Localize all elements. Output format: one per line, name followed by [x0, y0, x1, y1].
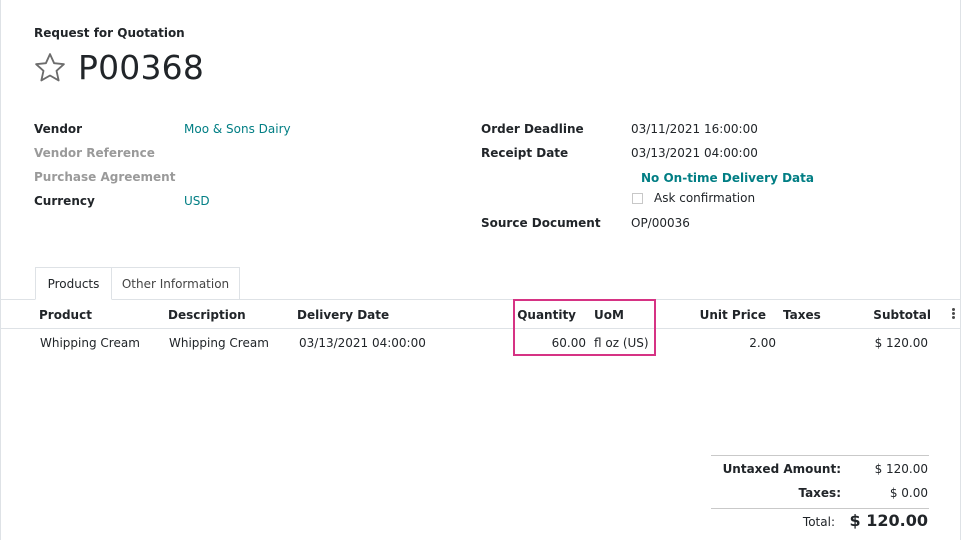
cell-product[interactable]: Whipping Cream — [40, 336, 140, 350]
title-row: P00368 — [33, 48, 204, 88]
source-document-label: Source Document — [481, 216, 601, 230]
purchase-agreement-field[interactable] — [184, 166, 444, 186]
document-type-label: Request for Quotation — [34, 26, 185, 40]
column-header-quantity[interactable]: Quantity — [516, 308, 576, 322]
table-header-divider — [1, 328, 960, 329]
vendor-reference-field[interactable] — [184, 142, 444, 162]
receipt-date-label: Receipt Date — [481, 146, 569, 160]
column-header-unit-price[interactable]: Unit Price — [696, 308, 766, 322]
column-header-delivery-date[interactable]: Delivery Date — [297, 308, 389, 322]
order-name: P00368 — [78, 48, 205, 87]
order-deadline-label: Order Deadline — [481, 122, 584, 136]
untaxed-amount-value: $ 120.00 — [874, 462, 928, 476]
vendor-field[interactable]: Moo & Sons Dairy — [184, 122, 291, 136]
currency-label: Currency — [34, 194, 95, 208]
ask-confirmation-label: Ask confirmation — [654, 191, 756, 205]
cell-subtotal: $ 120.00 — [874, 336, 928, 350]
total-label: Total: — [802, 515, 835, 529]
cell-description[interactable]: Whipping Cream — [169, 336, 269, 350]
cell-uom[interactable]: fl oz (US) — [594, 336, 649, 350]
currency-field[interactable]: USD — [184, 194, 210, 208]
cell-delivery-date[interactable]: 03/13/2021 04:00:00 — [299, 336, 426, 350]
column-header-subtotal[interactable]: Subtotal — [861, 308, 931, 322]
delivery-data-link[interactable]: No On-time Delivery Data — [641, 171, 814, 185]
column-header-product[interactable]: Product — [39, 308, 92, 322]
column-header-taxes[interactable]: Taxes — [783, 308, 821, 322]
tab-other-information[interactable]: Other Information — [111, 267, 240, 300]
total-value: $ 120.00 — [849, 511, 928, 530]
taxes-label: Taxes: — [798, 486, 841, 500]
order-deadline-field[interactable]: 03/11/2021 16:00:00 — [631, 122, 758, 136]
notebook-tabs: Products Other Information — [1, 267, 960, 300]
vendor-label: Vendor — [34, 122, 83, 136]
cell-quantity[interactable]: 60.00 — [516, 336, 586, 350]
column-header-description[interactable]: Description — [168, 308, 246, 322]
receipt-date-field[interactable]: 03/13/2021 04:00:00 — [631, 146, 758, 160]
purchase-agreement-label: Purchase Agreement — [34, 170, 176, 184]
table-row[interactable] — [1, 330, 960, 356]
column-header-uom[interactable]: UoM — [594, 308, 624, 322]
star-outline-icon[interactable] — [33, 51, 67, 85]
taxes-value: $ 0.00 — [889, 486, 928, 500]
source-document-field: OP/00036 — [631, 216, 690, 230]
untaxed-amount-label: Untaxed Amount: — [722, 462, 841, 476]
form-view: Request for Quotation P00368 Vendor Moo … — [0, 0, 961, 540]
vendor-reference-label: Vendor Reference — [34, 146, 155, 160]
cell-unit-price[interactable]: 2.00 — [706, 336, 776, 350]
totals-top-divider — [711, 455, 929, 456]
optional-columns-kebab-icon[interactable] — [951, 308, 957, 322]
tab-products[interactable]: Products — [35, 267, 112, 300]
totals-bottom-divider — [711, 508, 929, 509]
ask-confirmation-checkbox[interactable] — [632, 193, 643, 204]
